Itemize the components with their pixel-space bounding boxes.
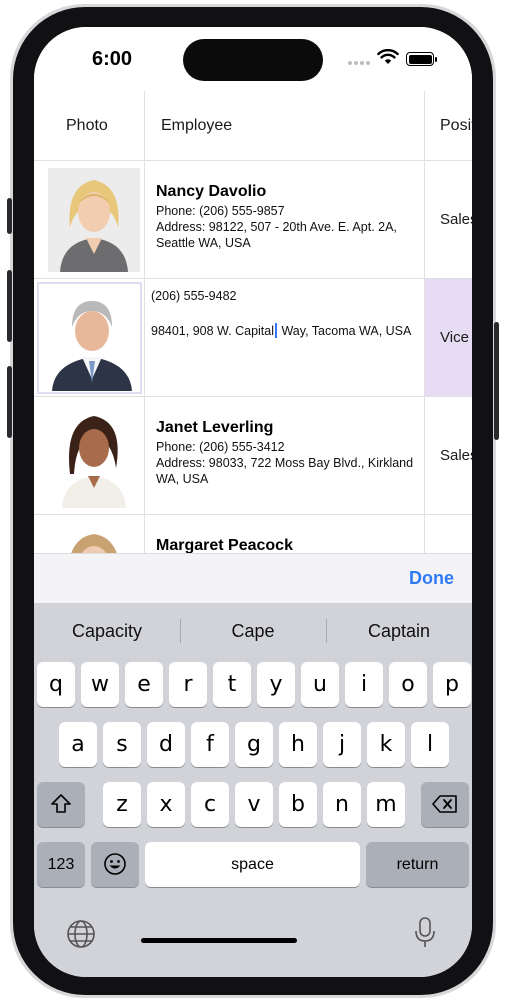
employee-photo bbox=[48, 168, 140, 272]
key-u[interactable]: u bbox=[301, 662, 339, 707]
key-q[interactable]: q bbox=[37, 662, 75, 707]
employee-photo bbox=[37, 282, 142, 394]
key-j[interactable]: j bbox=[323, 722, 361, 767]
key-v[interactable]: v bbox=[235, 782, 273, 827]
key-x[interactable]: x bbox=[147, 782, 185, 827]
microphone-icon[interactable] bbox=[413, 916, 437, 950]
employee-phone: Phone: (206) 555-9857 bbox=[156, 204, 285, 218]
key-g[interactable]: g bbox=[235, 722, 273, 767]
employee-photo bbox=[48, 522, 140, 553]
software-keyboard: Capacity Cape Captain q w e r t y u i o … bbox=[34, 603, 472, 977]
volume-down-button bbox=[7, 366, 12, 438]
globe-icon[interactable] bbox=[66, 919, 96, 949]
key-z[interactable]: z bbox=[103, 782, 141, 827]
table-row[interactable]: Janet Leverling Phone: (206) 555-3412 Ad… bbox=[34, 397, 472, 515]
home-indicator[interactable] bbox=[141, 938, 297, 943]
suggestion-1[interactable]: Capacity bbox=[34, 613, 180, 649]
power-button bbox=[494, 322, 499, 440]
employee-address: Address: 98122, 507 - 20th Ave. E. Apt. … bbox=[156, 220, 397, 250]
wifi-icon bbox=[377, 49, 399, 64]
numbers-key[interactable]: 123 bbox=[37, 842, 85, 887]
table-row[interactable]: Nancy Davolio Phone: (206) 555-9857 Addr… bbox=[34, 161, 472, 279]
volume-up-button bbox=[7, 270, 12, 342]
position-cell[interactable]: Vice President, Sales bbox=[424, 279, 472, 396]
employee-photo bbox=[48, 404, 140, 508]
table-row-selected[interactable]: (206) 555-9482 98401, 908 W. Capital Way… bbox=[34, 279, 472, 397]
employee-phone: Phone: (206) 555-3412 bbox=[156, 440, 285, 454]
column-divider bbox=[144, 91, 145, 553]
suggestion-3[interactable]: Captain bbox=[326, 613, 472, 649]
employee-name: Nancy Davolio bbox=[156, 183, 267, 200]
space-key[interactable]: space bbox=[145, 842, 360, 887]
employee-details: Nancy Davolio Phone: (206) 555-9857 Addr… bbox=[156, 183, 416, 251]
backspace-icon bbox=[432, 795, 457, 813]
keyboard-accessory-bar: Done bbox=[34, 553, 472, 603]
employee-position: Sales Representative bbox=[440, 447, 472, 464]
position-cell[interactable]: Sales Representative bbox=[424, 397, 472, 514]
key-o[interactable]: o bbox=[389, 662, 427, 707]
position-cell[interactable]: Sales Representative bbox=[424, 161, 472, 278]
key-y[interactable]: y bbox=[257, 662, 295, 707]
employee-details: Margaret Peacock bbox=[156, 537, 416, 553]
grid-header-row: Photo Employee Position bbox=[34, 91, 472, 161]
key-i[interactable]: i bbox=[345, 662, 383, 707]
column-divider bbox=[424, 91, 425, 553]
dynamic-island bbox=[183, 39, 323, 81]
key-s[interactable]: s bbox=[103, 722, 141, 767]
employee-data-grid[interactable]: Photo Employee Position Nancy Davolio Ph… bbox=[34, 91, 472, 553]
key-d[interactable]: d bbox=[147, 722, 185, 767]
text-caret bbox=[275, 323, 277, 338]
done-button[interactable]: Done bbox=[409, 568, 454, 589]
emoji-icon bbox=[104, 853, 126, 875]
key-p[interactable]: p bbox=[433, 662, 471, 707]
key-b[interactable]: b bbox=[279, 782, 317, 827]
action-button bbox=[7, 198, 12, 234]
suggestion-2[interactable]: Cape bbox=[180, 613, 326, 649]
column-header-employee[interactable]: Employee bbox=[161, 91, 232, 161]
address-edit-field[interactable]: 98401, 908 W. Capital Way, Tacoma WA, US… bbox=[151, 323, 421, 340]
status-time: 6:00 bbox=[92, 48, 133, 70]
employee-details: Janet Leverling Phone: (206) 555-3412 Ad… bbox=[156, 419, 416, 487]
employee-address: Address: 98033, 722 Moss Bay Blvd., Kirk… bbox=[156, 456, 414, 486]
key-l[interactable]: l bbox=[411, 722, 449, 767]
table-row[interactable]: Margaret Peacock bbox=[34, 515, 472, 553]
key-k[interactable]: k bbox=[367, 722, 405, 767]
key-t[interactable]: t bbox=[213, 662, 251, 707]
address-text-before-caret: 98401, 908 W. Capital bbox=[151, 324, 274, 338]
return-key[interactable]: return bbox=[366, 842, 469, 887]
key-f[interactable]: f bbox=[191, 722, 229, 767]
key-e[interactable]: e bbox=[125, 662, 163, 707]
phone-edit-field[interactable]: (206) 555-9482 bbox=[151, 289, 236, 303]
shift-key[interactable] bbox=[37, 782, 85, 827]
employee-position: Sales Representative bbox=[440, 211, 472, 228]
cellular-signal-icon bbox=[348, 57, 372, 65]
key-a[interactable]: a bbox=[59, 722, 97, 767]
employee-position: Vice President, Sales bbox=[440, 329, 472, 346]
shift-icon bbox=[51, 794, 71, 813]
column-header-position[interactable]: Position bbox=[440, 91, 472, 161]
employee-name: Margaret Peacock bbox=[156, 537, 293, 553]
battery-icon bbox=[406, 52, 437, 66]
address-text-after-caret: Way, Tacoma WA, USA bbox=[278, 324, 412, 338]
key-r[interactable]: r bbox=[169, 662, 207, 707]
backspace-key[interactable] bbox=[421, 782, 469, 827]
key-w[interactable]: w bbox=[81, 662, 119, 707]
key-m[interactable]: m bbox=[367, 782, 405, 827]
emoji-key[interactable] bbox=[91, 842, 139, 887]
key-n[interactable]: n bbox=[323, 782, 361, 827]
column-header-photo[interactable]: Photo bbox=[66, 91, 108, 161]
key-h[interactable]: h bbox=[279, 722, 317, 767]
employee-name: Janet Leverling bbox=[156, 419, 274, 436]
status-bar: 6:00 bbox=[34, 27, 472, 91]
screen: 6:00 Photo Employee Position bbox=[34, 27, 472, 977]
key-c[interactable]: c bbox=[191, 782, 229, 827]
